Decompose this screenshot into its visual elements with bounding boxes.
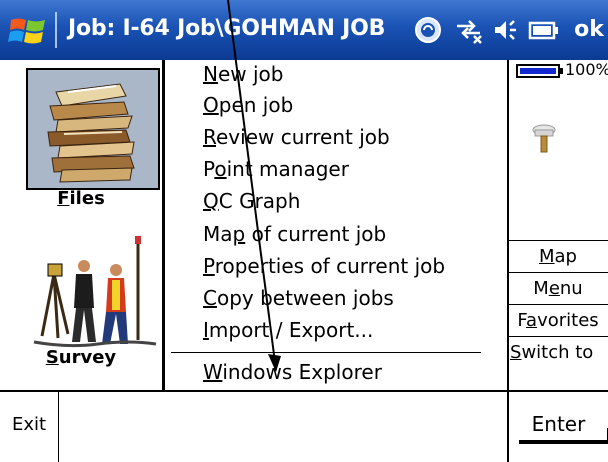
battery-tip: [560, 68, 563, 74]
exit-button[interactable]: Exit: [0, 392, 59, 462]
side-button-text: M: [533, 278, 549, 299]
menu-item-hotkey: P: [203, 254, 215, 278]
menu-item-hotkey: N: [203, 62, 218, 86]
menu-item-text: int manager: [226, 157, 349, 181]
left-panel: Files Survey: [0, 60, 163, 390]
side-button-text: ap: [554, 246, 577, 267]
ok-button[interactable]: ok: [570, 12, 608, 48]
side-button-text: F: [517, 310, 527, 331]
side-button-text: vorites: [537, 310, 599, 331]
menu-item-text: indows Explorer: [222, 360, 382, 384]
windows-start-icon[interactable]: [8, 14, 48, 48]
menu-item[interactable]: Import / Export...: [203, 316, 373, 344]
menu-item-hotkey: R: [203, 125, 216, 149]
menu-item-text: opy between jobs: [216, 286, 394, 310]
menu-item[interactable]: Map of current job: [203, 220, 386, 248]
menu-item[interactable]: Point manager: [203, 155, 349, 183]
right-panel: 100% Map Menu Favorites Switch to: [508, 60, 608, 390]
battery-percent: 100%: [565, 60, 608, 79]
menu-item-hotkey: Q: [203, 189, 219, 213]
sync-icon[interactable]: [414, 16, 442, 44]
side-button-hotkey: a: [526, 310, 538, 331]
menu-item-text: of current job: [245, 222, 387, 246]
connectivity-icon[interactable]: [454, 16, 484, 44]
volume-icon[interactable]: [492, 16, 522, 44]
main-area: Files Survey New job Open job Review cur…: [0, 60, 608, 390]
menu-item-text: pen job: [218, 93, 294, 117]
menu-item-text: ew job: [217, 62, 284, 86]
menu-item[interactable]: Windows Explorer: [203, 358, 382, 386]
side-button-text: nu: [559, 278, 583, 299]
files-label[interactable]: Files: [0, 188, 162, 209]
menu-item[interactable]: Open job: [203, 91, 293, 119]
battery-fill: [520, 68, 556, 74]
side-button[interactable]: Map: [508, 240, 608, 273]
menu-item[interactable]: QC Graph: [203, 187, 300, 215]
files-tile[interactable]: [26, 68, 160, 190]
side-button-hotkey: S: [510, 342, 522, 363]
files-menu: New job Open job Review current job Point m…: [163, 60, 509, 390]
side-button[interactable]: Menu: [508, 272, 608, 305]
window-title: Job: I-64 Job\GOHMAN JOB: [68, 16, 386, 41]
side-button[interactable]: Switch to: [508, 336, 608, 369]
survey-label-rest: urvey: [58, 347, 117, 368]
title-separator: [55, 12, 57, 48]
enter-arrow-icon: [519, 440, 608, 444]
files-hotkey: F: [57, 188, 70, 209]
battery-gauge: [516, 64, 560, 78]
menu-item-hotkey: C: [203, 286, 217, 310]
files-label-rest: iles: [69, 188, 105, 209]
side-button-hotkey: e: [548, 278, 560, 299]
menu-separator: [171, 352, 481, 353]
menu-item-text: roperties of current job: [214, 254, 446, 278]
enter-label: Enter: [531, 412, 586, 436]
surveyors-icon[interactable]: [28, 230, 158, 350]
menu-item-hotkey: W: [203, 360, 223, 384]
menu-item-hotkey: p: [232, 222, 246, 246]
side-button[interactable]: Favorites: [508, 304, 608, 337]
menu-item-hotkey: o: [214, 157, 227, 181]
menu-item-hotkey: O: [203, 93, 219, 117]
survey-label[interactable]: Survey: [0, 347, 162, 368]
survey-hotkey: S: [45, 347, 59, 368]
side-button-hotkey: M: [539, 246, 555, 267]
title-bar: Job: I-64 Job\GOHMAN JOB ok: [0, 0, 608, 60]
files-stack-icon: [47, 83, 135, 183]
menu-item[interactable]: Copy between jobs: [203, 284, 394, 312]
menu-item-text: mport / Export...: [208, 318, 374, 342]
menu-item[interactable]: Review current job: [203, 123, 390, 151]
side-button-text: witch to: [521, 342, 594, 363]
menu-item[interactable]: New job: [203, 60, 283, 88]
battery-icon[interactable]: [528, 16, 560, 44]
menu-item-text: C Graph: [218, 189, 301, 213]
menu-item-text: P: [203, 157, 215, 181]
bottom-bar: Exit Enter: [0, 390, 608, 462]
menu-item-text: eview current job: [216, 125, 390, 149]
gps-receiver-icon[interactable]: [531, 122, 557, 154]
enter-button[interactable]: Enter: [507, 392, 608, 462]
menu-item[interactable]: Properties of current job: [203, 252, 445, 280]
menu-item-text: Ma: [203, 222, 233, 246]
